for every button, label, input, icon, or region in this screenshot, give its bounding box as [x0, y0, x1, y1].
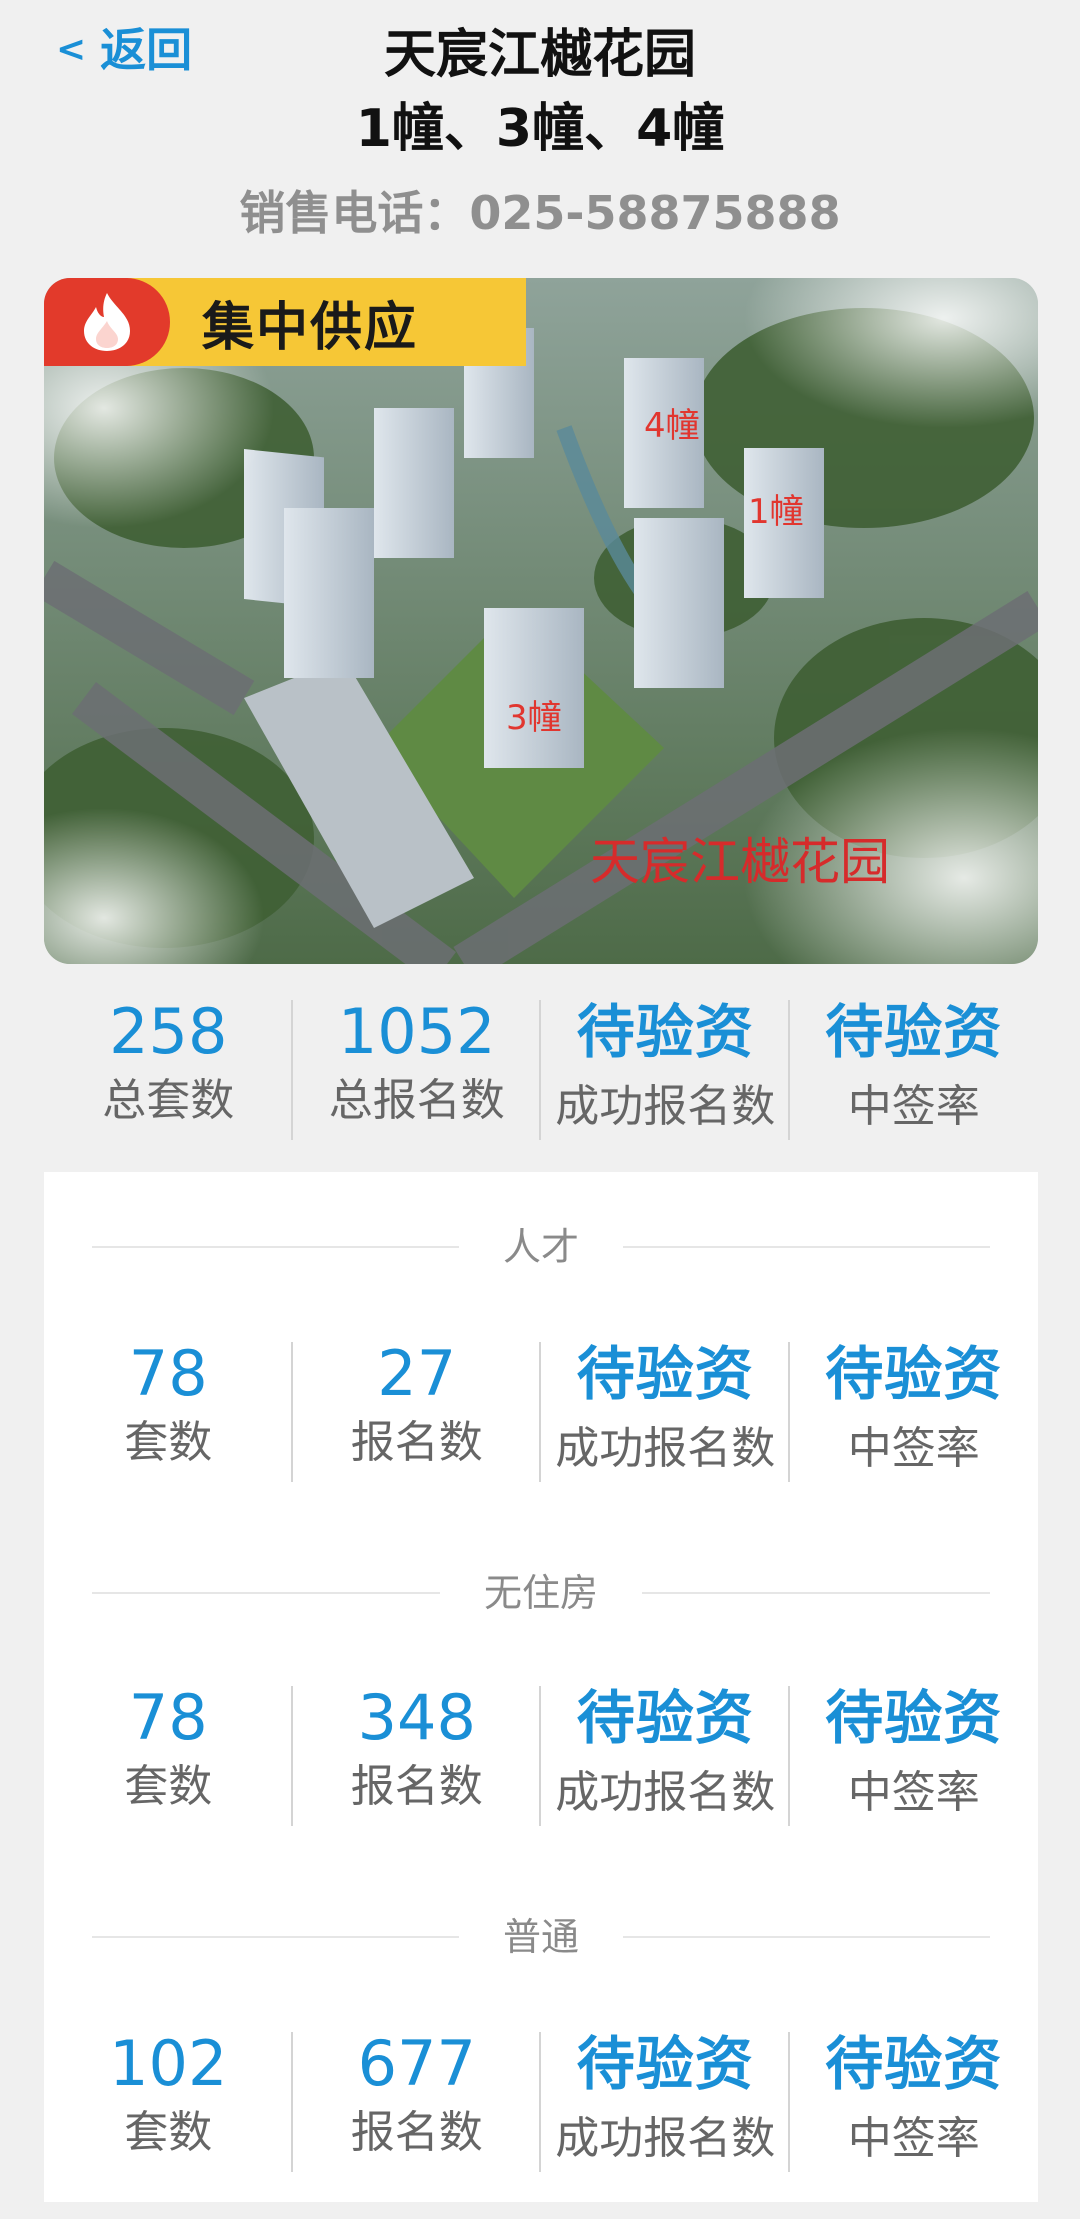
category-panel: 人才 78 套数 27 报名数 待验资 成功报名数 待验资 中签率 无住房 78… — [44, 1172, 1038, 2202]
stat-successful-registrations: 待验资 成功报名数 — [541, 1682, 790, 1828]
stat-successful-registrations: 待验资 成功报名数 — [541, 996, 790, 1142]
divider — [642, 1592, 991, 1594]
stat-label: 中签率 — [847, 1423, 980, 1474]
stat-successful-registrations: 待验资 成功报名数 — [541, 2028, 790, 2174]
section-title: 普通 — [503, 1915, 580, 1959]
stat-label: 总报名数 — [328, 1075, 505, 1126]
section-header-no-housing: 无住房 — [92, 1568, 991, 1618]
stat-value: 待验资 — [825, 998, 1003, 1066]
stat-label: 报名数 — [350, 1417, 483, 1468]
divider — [623, 1246, 991, 1248]
stat-value: 677 — [357, 2027, 476, 2100]
stat-registrations: 348 报名数 — [293, 1682, 542, 1828]
section-header-talent: 人才 — [92, 1222, 991, 1272]
stat-value: 待验资 — [576, 998, 754, 1066]
stat-units: 78 套数 — [44, 1682, 293, 1828]
stat-registrations: 27 报名数 — [293, 1338, 542, 1484]
section-stats-no-housing: 78 套数 348 报名数 待验资 成功报名数 待验资 中签率 — [44, 1682, 1038, 1828]
stat-label: 中签率 — [847, 2113, 980, 2164]
featured-badge: 集中供应 — [44, 278, 526, 366]
stat-label: 套数 — [124, 1761, 213, 1812]
sales-phone[interactable]: 销售电话：025-58875888 — [0, 183, 1080, 243]
stat-value: 1052 — [337, 995, 496, 1068]
stat-label: 套数 — [124, 1417, 213, 1468]
stat-win-rate: 待验资 中签率 — [790, 1338, 1039, 1484]
section-title: 无住房 — [484, 1571, 599, 1615]
stat-value: 78 — [128, 1337, 208, 1410]
stat-value: 27 — [377, 1337, 457, 1410]
stat-label: 成功报名数 — [555, 1081, 776, 1132]
section-stats-general: 102 套数 677 报名数 待验资 成功报名数 待验资 中签率 — [44, 2028, 1038, 2174]
divider — [92, 1936, 459, 1938]
stat-successful-registrations: 待验资 成功报名数 — [541, 1338, 790, 1484]
stat-label: 套数 — [124, 2107, 213, 2158]
stat-value: 78 — [128, 1681, 208, 1754]
section-stats-talent: 78 套数 27 报名数 待验资 成功报名数 待验资 中签率 — [44, 1338, 1038, 1484]
stat-total-units: 258 总套数 — [44, 996, 293, 1142]
stat-value: 待验资 — [825, 1340, 1003, 1408]
stat-label: 总套数 — [102, 1075, 235, 1126]
stat-units: 78 套数 — [44, 1338, 293, 1484]
stat-label: 报名数 — [350, 2107, 483, 2158]
fire-icon — [44, 278, 170, 366]
watermark-text: 天宸江樾花园 — [590, 833, 890, 891]
stat-value: 待验资 — [576, 1340, 754, 1408]
divider — [623, 1936, 991, 1938]
stat-label: 成功报名数 — [555, 1423, 776, 1474]
divider — [92, 1592, 440, 1594]
stat-value: 348 — [357, 1681, 476, 1754]
stat-win-rate: 待验资 中签率 — [790, 1682, 1039, 1828]
stat-value: 258 — [109, 995, 228, 1068]
stat-label: 报名数 — [350, 1761, 483, 1812]
stat-value: 待验资 — [825, 1684, 1003, 1752]
divider — [92, 1246, 459, 1248]
building-label-3: 3幢 — [506, 698, 562, 738]
stat-total-registrations: 1052 总报名数 — [293, 996, 542, 1142]
summary-stats: 258 总套数 1052 总报名数 待验资 成功报名数 待验资 中签率 — [44, 996, 1038, 1142]
stat-label: 成功报名数 — [555, 1767, 776, 1818]
stat-label: 中签率 — [847, 1767, 980, 1818]
building-label-1: 1幢 — [748, 492, 804, 532]
project-rendering-image: 集中供应 4幢 1幢 3幢 天宸江樾花园 — [44, 278, 1038, 964]
stat-value: 待验资 — [825, 2030, 1003, 2098]
stat-label: 中签率 — [847, 1081, 980, 1132]
stat-value: 待验资 — [576, 2030, 754, 2098]
section-title: 人才 — [503, 1225, 580, 1269]
stat-win-rate: 待验资 中签率 — [790, 996, 1039, 1142]
stat-units: 102 套数 — [44, 2028, 293, 2174]
badge-label: 集中供应 — [124, 278, 526, 366]
stat-label: 成功报名数 — [555, 2113, 776, 2164]
section-header-general: 普通 — [92, 1912, 991, 1962]
page-title: 天宸江樾花园 — [383, 25, 696, 85]
stat-win-rate: 待验资 中签率 — [790, 2028, 1039, 2174]
building-label-4: 4幢 — [644, 406, 700, 446]
stat-value: 待验资 — [576, 1684, 754, 1752]
stat-value: 102 — [109, 2027, 228, 2100]
stat-registrations: 677 报名数 — [293, 2028, 542, 2174]
page-subtitle: 1幢、3幢、4幢 — [355, 99, 725, 159]
